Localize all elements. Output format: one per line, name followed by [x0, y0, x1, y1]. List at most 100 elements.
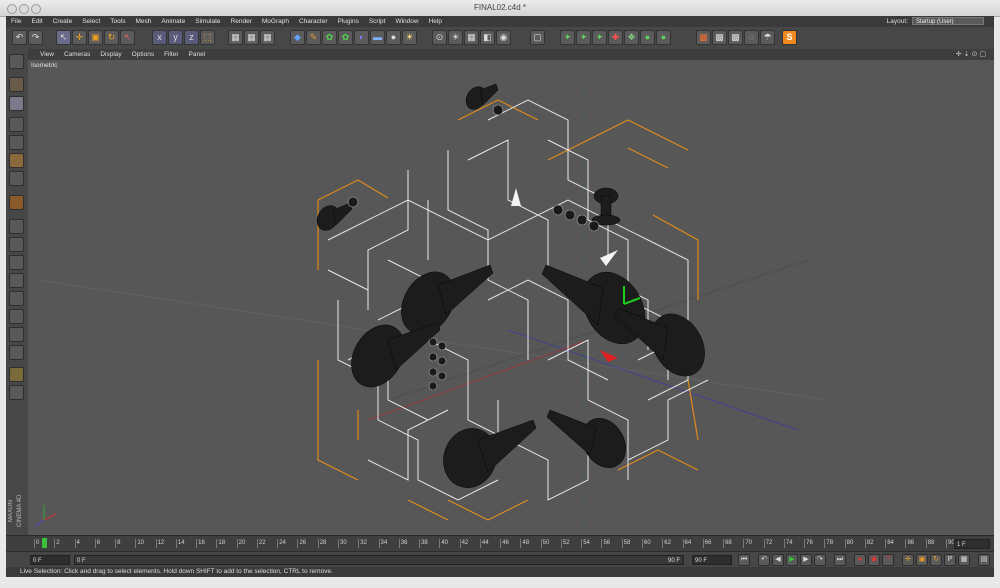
- quantize-icon[interactable]: [9, 327, 24, 342]
- live-selection-icon[interactable]: ↖: [56, 30, 71, 45]
- menu-tools[interactable]: Tools: [105, 16, 130, 27]
- hair-object-icon[interactable]: ❖: [624, 30, 639, 45]
- deformer-icon[interactable]: ◐: [354, 30, 369, 45]
- frame-view-icon[interactable]: ▢: [530, 30, 545, 45]
- tweak-icon[interactable]: [9, 385, 24, 400]
- locked-workplane-icon[interactable]: [9, 273, 24, 288]
- play-icon[interactable]: ▶: [786, 554, 798, 566]
- parachute-icon[interactable]: ☂: [760, 30, 775, 45]
- point-level-icon[interactable]: ▦: [958, 554, 970, 566]
- render-picture-viewer-icon[interactable]: ▦: [244, 30, 259, 45]
- menu-animate[interactable]: Animate: [156, 16, 190, 27]
- timeline-ruler[interactable]: 0 2 4 6 8 10 12 14 16 18 20 22 24 26 28 30 32 34 36 38 40 42 4…: [6, 535, 994, 552]
- menu-mesh[interactable]: Mesh: [130, 16, 156, 27]
- menu-render[interactable]: Render: [226, 16, 257, 27]
- uv-edit-icon[interactable]: ▩: [712, 30, 727, 45]
- previous-key-icon[interactable]: ↶: [758, 554, 770, 566]
- cube-object-icon[interactable]: ◆: [290, 30, 305, 45]
- menu-window[interactable]: Window: [390, 16, 423, 27]
- render-settings-icon[interactable]: ▦: [260, 30, 275, 45]
- z-axis-lock-icon[interactable]: z: [184, 30, 199, 45]
- step-forward-icon[interactable]: ▶: [800, 554, 812, 566]
- move-icon[interactable]: ✛: [72, 30, 87, 45]
- mograph-effector-icon[interactable]: ✦: [576, 30, 591, 45]
- viewport-menu-view[interactable]: View: [28, 49, 59, 60]
- frame-range-slider[interactable]: 0 F 90 F: [74, 555, 684, 565]
- menu-mograph[interactable]: MoGraph: [257, 16, 294, 27]
- array-object-icon[interactable]: ✿: [338, 30, 353, 45]
- model-mode-icon[interactable]: [9, 77, 24, 92]
- grid-snap-icon[interactable]: [9, 309, 24, 324]
- workplane-icon[interactable]: [9, 237, 24, 252]
- edges-mode-icon[interactable]: [9, 171, 24, 186]
- display-filter-icon[interactable]: ⊙: [432, 30, 447, 45]
- 3d-viewport[interactable]: Isometric: [28, 60, 994, 535]
- recent-tool-icon[interactable]: ↖: [120, 30, 135, 45]
- rotate-icon[interactable]: ↻: [104, 30, 119, 45]
- viewport-menu-display[interactable]: Display: [95, 49, 126, 60]
- menu-edit[interactable]: Edit: [26, 16, 47, 27]
- texture-icon[interactable]: ▩: [696, 30, 711, 45]
- y-axis-lock-icon[interactable]: y: [168, 30, 183, 45]
- render-view-icon[interactable]: ▦: [228, 30, 243, 45]
- light-bulb-icon[interactable]: ☀: [448, 30, 463, 45]
- xray-icon[interactable]: [9, 345, 24, 360]
- timeline-window-icon[interactable]: ▤: [978, 554, 990, 566]
- go-to-end-icon[interactable]: ⏭: [834, 554, 846, 566]
- menu-script[interactable]: Script: [364, 16, 391, 27]
- solo-icon[interactable]: [9, 367, 24, 382]
- viewport-menu-filter[interactable]: Filter: [159, 49, 183, 60]
- sphere-object-icon[interactable]: ●: [640, 30, 655, 45]
- spline-pen-icon[interactable]: ✎: [306, 30, 321, 45]
- character-joint-icon[interactable]: ✚: [608, 30, 623, 45]
- position-key-icon[interactable]: ✛: [902, 554, 914, 566]
- object-mode-icon[interactable]: [9, 96, 24, 111]
- scale-icon[interactable]: ▣: [88, 30, 103, 45]
- next-key-icon[interactable]: ↷: [814, 554, 826, 566]
- menu-file[interactable]: File: [6, 16, 26, 27]
- menu-help[interactable]: Help: [424, 16, 447, 27]
- parameter-key-icon[interactable]: P: [944, 554, 956, 566]
- menu-create[interactable]: Create: [48, 16, 78, 27]
- grid-view-icon[interactable]: ▦: [464, 30, 479, 45]
- magnet-icon[interactable]: [9, 195, 24, 210]
- menu-character[interactable]: Character: [294, 16, 333, 27]
- undo-icon[interactable]: ↶: [12, 30, 27, 45]
- step-back-icon[interactable]: ◀: [772, 554, 784, 566]
- redo-icon[interactable]: ↷: [28, 30, 43, 45]
- viewport-menu-panel[interactable]: Panel: [184, 49, 211, 60]
- sketch-icon[interactable]: ◌: [744, 30, 759, 45]
- menu-simulate[interactable]: Simulate: [190, 16, 225, 27]
- keyframe-selection-icon[interactable]: ?: [882, 554, 894, 566]
- go-to-start-icon[interactable]: ⏮: [738, 554, 750, 566]
- axis-mode-icon[interactable]: [9, 135, 24, 150]
- record-keys-icon[interactable]: ●: [854, 554, 866, 566]
- layout-select[interactable]: Startup (User): [912, 17, 984, 25]
- scale-key-icon[interactable]: ▣: [916, 554, 928, 566]
- background-icon[interactable]: ◧: [480, 30, 495, 45]
- menu-plugins[interactable]: Plugins: [333, 16, 364, 27]
- mograph-cloner-icon[interactable]: ✦: [560, 30, 575, 45]
- snap-icon[interactable]: [9, 255, 24, 270]
- viewport-menu-options[interactable]: Options: [127, 49, 159, 60]
- light-object-icon[interactable]: ☀: [402, 30, 417, 45]
- viewport-nav-icons[interactable]: ✛⇣⊙▢: [956, 49, 988, 60]
- plugin-s-icon[interactable]: S: [782, 30, 797, 45]
- bodypaint-icon[interactable]: ▩: [728, 30, 743, 45]
- make-editable-icon[interactable]: [9, 54, 24, 69]
- x-axis-lock-icon[interactable]: x: [152, 30, 167, 45]
- sculpt-icon[interactable]: [9, 219, 24, 234]
- points-mode-icon[interactable]: [9, 153, 24, 168]
- current-frame-field[interactable]: 1 F: [954, 539, 990, 549]
- floor-object-icon[interactable]: ▬: [370, 30, 385, 45]
- camera-object-icon[interactable]: ●: [386, 30, 401, 45]
- sky-object-icon[interactable]: ◉: [496, 30, 511, 45]
- start-frame-field[interactable]: 0 F: [30, 555, 70, 565]
- texture-mode-icon[interactable]: [9, 117, 24, 132]
- planar-workplane-icon[interactable]: [9, 291, 24, 306]
- menu-select[interactable]: Select: [77, 16, 105, 27]
- coordinate-system-icon[interactable]: ⬚: [200, 30, 215, 45]
- autokey-icon[interactable]: ◉: [868, 554, 880, 566]
- dynamics-object-icon[interactable]: ●: [656, 30, 671, 45]
- mograph-fracture-icon[interactable]: ✦: [592, 30, 607, 45]
